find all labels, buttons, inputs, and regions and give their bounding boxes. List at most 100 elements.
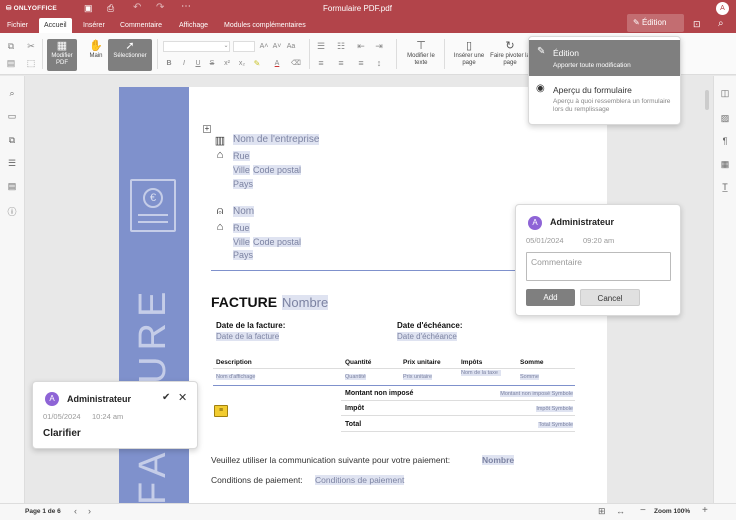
tab-commentaire[interactable]: Commentaire: [120, 18, 162, 33]
increase-indent-icon[interactable]: ⇥: [374, 41, 384, 51]
due-field[interactable]: Date d'échéance: [397, 332, 457, 341]
numbered-list-icon[interactable]: ☷: [336, 41, 346, 51]
cell-tax[interactable]: Nom de la taxe: [461, 370, 501, 376]
print-icon[interactable]: ⎙: [107, 3, 114, 14]
payment-value-field[interactable]: Nombre: [482, 455, 515, 465]
resolve-check-icon[interactable]: ✔: [162, 392, 170, 403]
page-indicator[interactable]: Page 1 de 6: [25, 508, 61, 515]
thumbnails-icon[interactable]: ▤: [5, 181, 19, 192]
modify-text-button[interactable]: ⊤ Modifier le texte: [402, 39, 440, 71]
edit-mode-button[interactable]: ✎ Édition: [627, 14, 684, 32]
country-field[interactable]: Pays: [233, 179, 254, 189]
zoom-out-icon[interactable]: −: [640, 505, 646, 516]
company-field[interactable]: Nom de l'entreprise: [233, 134, 320, 145]
text-art-icon[interactable]: T̲: [718, 182, 732, 192]
street-field[interactable]: Rue: [233, 151, 250, 161]
chat-icon[interactable]: ⧉: [5, 135, 19, 146]
align-left-icon[interactable]: ≡: [316, 58, 326, 68]
bullet-list-icon[interactable]: ☰: [316, 41, 326, 51]
italic-icon[interactable]: I: [179, 59, 189, 69]
save-icon[interactable]: ▣: [84, 3, 93, 14]
superscript-icon[interactable]: x²: [222, 59, 232, 69]
add-field-icon[interactable]: +: [203, 125, 211, 133]
total-untaxed-value[interactable]: Montant non imposé Symbole: [500, 391, 573, 397]
comment-input[interactable]: Commentaire: [526, 252, 671, 281]
redo-icon[interactable]: ↷: [156, 2, 164, 13]
paste-icon[interactable]: ▤: [6, 58, 16, 68]
modify-pdf-button[interactable]: ▦ Modifier PDF: [47, 39, 77, 71]
zoom-in-icon[interactable]: +: [702, 505, 708, 516]
font-name-input[interactable]: [163, 41, 230, 52]
insert-page-button[interactable]: ▯ Insérer une page: [449, 39, 489, 71]
underline-icon[interactable]: U: [193, 59, 203, 69]
city-field[interactable]: Ville: [233, 165, 250, 175]
change-case-icon[interactable]: Aa: [286, 42, 296, 52]
font-color-icon[interactable]: A: [272, 59, 282, 69]
copy-icon[interactable]: ⧉: [6, 41, 16, 51]
subscript-icon[interactable]: x₂: [237, 59, 247, 69]
strikethrough-icon[interactable]: S: [207, 59, 217, 69]
grand-total-value[interactable]: Total Symbole: [538, 422, 573, 428]
decrease-indent-icon[interactable]: ⇤: [356, 41, 366, 51]
more-icon[interactable]: ⋯: [181, 1, 191, 12]
highlight-icon[interactable]: ✎: [252, 59, 262, 69]
line-spacing-icon[interactable]: ↕: [374, 58, 384, 68]
chevron-down-icon[interactable]: ⌄: [221, 41, 231, 51]
chevron-left-icon[interactable]: ‹: [74, 506, 77, 516]
decrease-font-icon[interactable]: A˅: [272, 42, 282, 52]
tab-modules[interactable]: Modules complémentaires: [224, 18, 306, 33]
comment-marker-icon[interactable]: ≡: [214, 405, 228, 417]
comments-icon[interactable]: ▭: [5, 111, 19, 122]
street-field[interactable]: Rue: [233, 223, 250, 233]
user-avatar[interactable]: A: [716, 2, 729, 15]
clear-style-icon[interactable]: ⌫: [291, 59, 301, 69]
table-settings-icon[interactable]: ▦: [718, 159, 732, 170]
close-icon[interactable]: ✕: [178, 391, 187, 404]
separator: [42, 39, 43, 69]
add-button[interactable]: Add: [526, 289, 575, 306]
paragraph-icon[interactable]: ¶: [718, 136, 732, 146]
cell-quantity[interactable]: Quantité: [345, 374, 366, 380]
bold-icon[interactable]: B: [164, 59, 174, 69]
chevron-right-icon[interactable]: ›: [88, 506, 91, 516]
cancel-button[interactable]: Cancel: [580, 289, 640, 306]
info-icon[interactable]: ⓘ: [5, 205, 19, 218]
search-icon[interactable]: ⌕: [718, 18, 724, 29]
tab-inserer[interactable]: Insérer: [83, 18, 105, 33]
tab-affichage[interactable]: Affichage: [179, 18, 208, 33]
select-all-icon[interactable]: ⬚: [26, 58, 36, 68]
city-field[interactable]: Ville: [233, 237, 250, 247]
image-settings-icon[interactable]: ▨: [718, 113, 732, 124]
mode-item-preview[interactable]: ◉ Aperçu du formulaire Aperçu à quoi res…: [529, 81, 680, 123]
font-size-input[interactable]: [233, 41, 255, 52]
align-center-icon[interactable]: ≡: [336, 58, 346, 68]
fit-width-icon[interactable]: ↔: [616, 506, 625, 516]
date-field[interactable]: Date de la facture: [216, 332, 280, 341]
postal-field[interactable]: Code postal: [253, 165, 302, 175]
rotate-page-button[interactable]: ↻ Faire pivoter la page: [490, 39, 530, 71]
scrollbar[interactable]: [705, 90, 709, 110]
cut-icon[interactable]: ✂: [26, 41, 36, 51]
shape-settings-icon[interactable]: ◫: [718, 88, 732, 99]
tab-accueil[interactable]: Accueil: [39, 18, 72, 33]
increase-font-icon[interactable]: A˄: [259, 42, 269, 52]
name-field[interactable]: Nom: [233, 206, 255, 217]
select-tool-button[interactable]: ➚ Sélectionner: [108, 39, 152, 71]
cell-amount[interactable]: Somme: [520, 374, 539, 380]
terms-field[interactable]: Conditions de paiement: [315, 475, 405, 485]
undo-icon[interactable]: ↶: [133, 2, 141, 13]
folder-icon[interactable]: ⊡: [693, 19, 701, 30]
align-right-icon[interactable]: ≡: [356, 58, 366, 68]
navigation-icon[interactable]: ☰: [5, 158, 19, 169]
cell-description[interactable]: Nom d'affichage: [216, 374, 256, 380]
mode-item-edit[interactable]: ✎ Édition Apporter toute modification: [529, 40, 680, 76]
country-field[interactable]: Pays: [233, 250, 254, 260]
fit-page-icon[interactable]: ⊞: [598, 506, 606, 517]
tax-total-value[interactable]: Impôt Symbole: [536, 406, 573, 412]
postal-field[interactable]: Code postal: [253, 237, 302, 247]
hand-tool-button[interactable]: ✋ Main: [85, 39, 107, 71]
invoice-number-field[interactable]: Nombre: [282, 295, 329, 310]
cell-unit-price[interactable]: Prix unitaire: [403, 374, 433, 380]
search-icon[interactable]: ⌕: [5, 88, 19, 99]
tab-fichier[interactable]: Fichier: [7, 18, 28, 33]
